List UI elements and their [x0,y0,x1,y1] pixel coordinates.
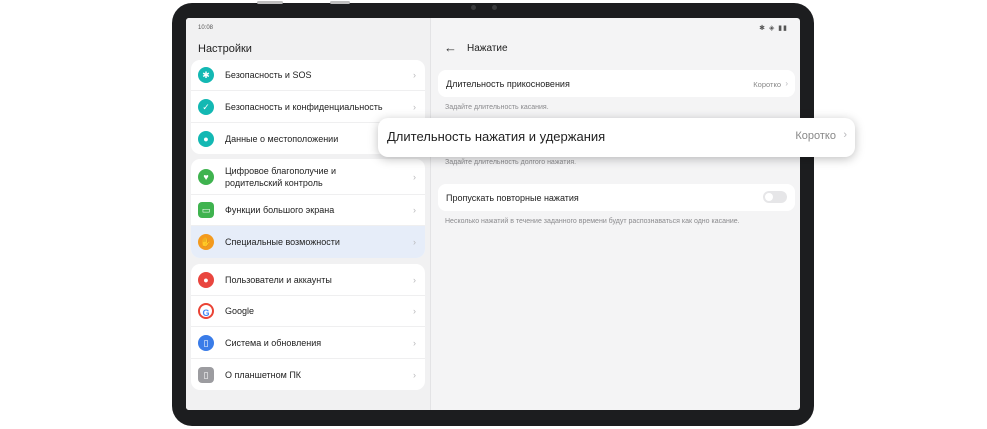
sidebar-group-3: ● Пользователи и аккаунты › G Google › ▯… [191,264,425,390]
hold-duration-label: Длительность нажатия и удержания [387,129,606,144]
ignore-repeat-label: Пропускать повторные нажатия [446,193,579,203]
sidebar-title: Настройки [198,43,252,55]
chevron-right-icon: › [413,274,416,285]
volume-button [257,1,283,4]
chevron-right-icon: › [413,306,416,316]
camera-sensor [492,5,497,10]
sidebar-item-google[interactable]: G Google › [191,296,425,327]
chevron-right-icon: › [413,237,416,247]
screen-icon: ▭ [198,202,214,218]
ignore-repeat-hint: Несколько нажатий в течение заданного вр… [445,218,740,225]
sidebar-item-label: Специальные возможности [225,237,340,247]
sidebar-item-label: Цифровое благополучие и родительский кон… [225,165,337,188]
user-icon: ● [198,271,214,288]
status-icons: ✱ ◈ ▮▮ [759,25,788,32]
chevron-right-icon: › [413,369,416,380]
sidebar-item-label: Функции большого экрана [225,205,335,215]
hold-duration-value: Коротко [795,130,836,142]
ignore-repeat-toggle[interactable] [763,191,787,203]
toggle-knob [765,193,773,201]
chevron-right-icon: › [413,205,416,215]
front-camera [471,5,476,10]
tablet-info-icon: ▯ [198,366,214,383]
sidebar-item-users[interactable]: ● Пользователи и аккаунты › [191,264,425,296]
chevron-right-icon: › [413,171,416,182]
hand-icon: ✋ [198,234,214,250]
touch-duration-value: Коротко [753,80,781,89]
hold-duration-row[interactable]: Длительность нажатия и удержания Коротко… [378,118,855,157]
chevron-right-icon: › [413,101,416,112]
sidebar-item-label: Данные о местоположении [225,133,339,144]
heart-icon: ♥ [198,168,214,185]
back-arrow-icon[interactable]: ← [444,40,457,55]
sidebar-item-label: Безопасность и конфиденциальность [225,101,383,112]
sidebar-item-large-screen[interactable]: ▭ Функции большого экрана › [191,195,425,226]
chevron-right-icon: › [413,337,416,348]
google-icon: G [198,303,214,319]
system-update-icon: ▯ [198,334,214,351]
chevron-right-icon: › [843,129,847,141]
chevron-right-icon: › [413,70,416,80]
sidebar-item-label: Google [225,306,255,316]
sidebar-item-label: Безопасность и SOS [225,70,312,80]
sidebar-item-label: Пользователи и аккаунты [225,274,332,285]
sidebar-item-label: О планшетном ПК [225,369,302,380]
shield-icon: ✓ [198,98,214,115]
touch-duration-label: Длительность прикосновения [446,79,570,89]
sidebar-item-label: Система и обновления [225,337,322,348]
sidebar-item-system[interactable]: ▯ Система и обновления › [191,327,425,359]
location-pin-icon: ● [198,130,214,147]
sidebar-group-2: ♥ Цифровое благополучие и родительский к… [191,159,425,258]
ignore-repeat-row[interactable]: Пропускать повторные нажатия [438,184,795,211]
screen: 10:08 ✱ ◈ ▮▮ Настройки ✱ Безопасность и … [186,18,800,410]
touch-duration-row[interactable]: Длительность прикосновения Коротко › [438,70,795,97]
page-title: Нажатие [467,43,508,54]
sidebar-item-wellbeing[interactable]: ♥ Цифровое благополучие и родительский к… [191,159,425,195]
hold-duration-hint: Задайте длительность долгого нажатия. [445,159,577,166]
status-time: 10:08 [198,25,214,31]
chevron-right-icon: › [785,79,788,88]
power-button [330,1,350,4]
sos-icon: ✱ [198,67,214,83]
sidebar-item-sos[interactable]: ✱ Безопасность и SOS › [191,60,425,91]
pane-divider [430,18,431,410]
touch-duration-hint: Задайте длительность касания. [445,104,549,111]
sidebar-item-about[interactable]: ▯ О планшетном ПК › [191,359,425,390]
sidebar-item-accessibility[interactable]: ✋ Специальные возможности › [191,226,425,258]
